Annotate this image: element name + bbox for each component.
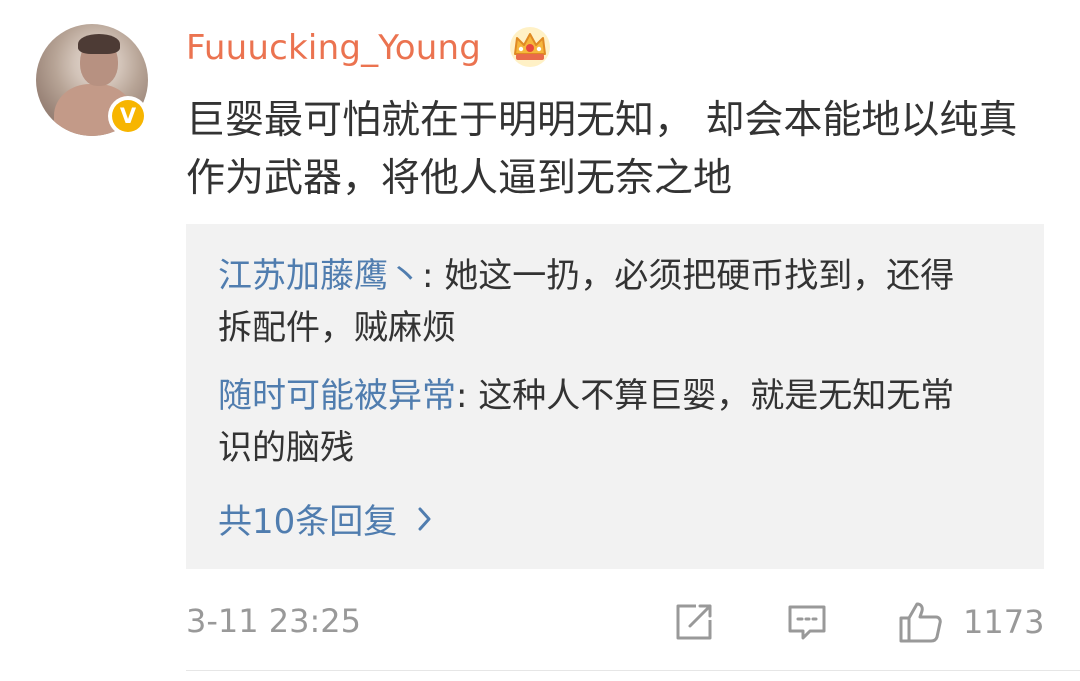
verified-badge: V [112,100,144,132]
divider [186,670,1080,671]
like-button[interactable]: 1173 [897,598,1044,646]
like-count: 1173 [963,603,1045,641]
comment-text: 巨婴最可怕就在于明明无知， 却会本能地以纯真作为武器，将他人逼到无奈之地 [186,98,1018,201]
chevron-right-icon [418,507,431,530]
more-replies-link[interactable]: 共10条回复 [218,494,433,543]
verified-icon: V [108,96,148,136]
avatar-hair [78,34,120,54]
more-replies-label: 共10条回复 [218,502,398,542]
reply-author[interactable]: 随时可能被异常 [218,376,456,416]
comment-button[interactable] [785,598,829,646]
reply-item[interactable]: 江苏加藤鹰丶: 她这一扔，必须把硬币找到，还得拆配件，贼麻烦 [218,250,988,354]
thumbs-up-icon [899,602,942,643]
crown-icon [510,27,550,67]
comment-icon [788,605,826,640]
reply-separator: : [422,256,445,296]
share-icon [676,604,712,640]
share-button[interactable] [672,598,716,646]
reply-item[interactable]: 随时可能被异常: 这种人不算巨婴，就是无知无常识的脑残 [218,370,988,474]
reply-separator: : [456,376,479,416]
reply-box[interactable]: 江苏加藤鹰丶: 她这一扔，必须把硬币找到，还得拆配件，贼麻烦 随时可能被异常: … [186,224,1044,569]
reply-author[interactable]: 江苏加藤鹰丶 [218,256,422,296]
timestamp: 3-11 23:25 [186,602,362,640]
username[interactable]: Fuuucking_Young [186,28,481,68]
comment-card: V Fuuucking_Young 巨婴最可怕就在于明明无知， 却会本能地以纯真… [0,0,1080,681]
